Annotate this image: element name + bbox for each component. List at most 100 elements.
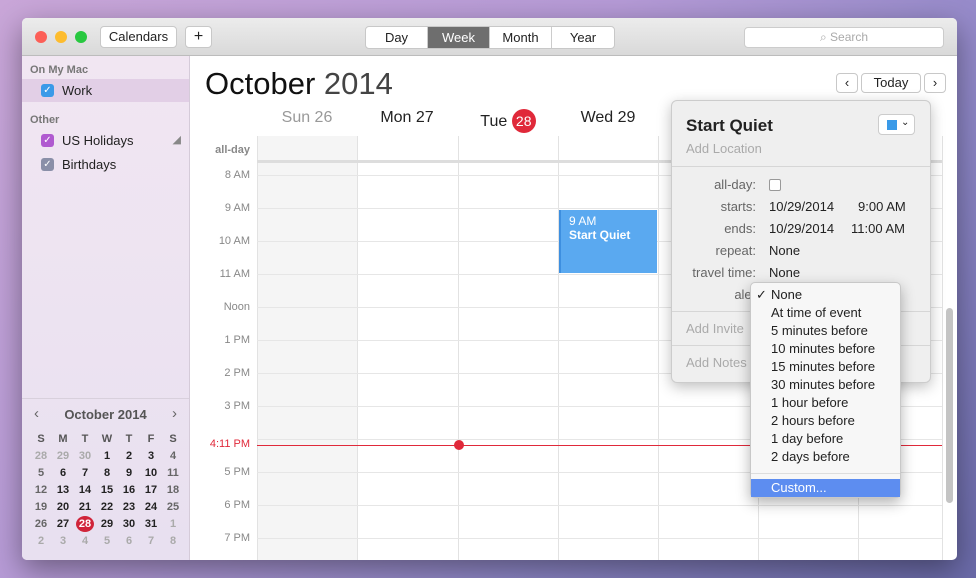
scrollbar[interactable]	[946, 308, 953, 503]
mini-calendar-day[interactable]: 30	[74, 448, 96, 464]
mini-calendar-day[interactable]: 29	[96, 516, 118, 532]
calendar-color-picker[interactable]: ⌄	[878, 114, 915, 135]
event-title-field[interactable]: Start Quiet	[686, 116, 773, 136]
tab-month[interactable]: Month	[490, 27, 552, 48]
minimize-button[interactable]	[55, 31, 67, 43]
menu-item[interactable]: 1 day before	[751, 430, 900, 448]
day-column-divider	[458, 136, 459, 560]
event-start-quiet[interactable]: 9 AM Start Quiet	[559, 210, 657, 273]
mini-calendar-day[interactable]: 9	[118, 465, 140, 481]
mini-calendar-day[interactable]: 2	[30, 533, 52, 549]
chevron-down-icon: ⌄	[901, 117, 910, 128]
menu-item[interactable]: 2 hours before	[751, 412, 900, 430]
ends-date[interactable]: 10/29/2014	[769, 221, 834, 236]
tab-day[interactable]: Day	[366, 27, 428, 48]
mini-calendar-day[interactable]: 30	[118, 516, 140, 532]
menu-item[interactable]: 1 hour before	[751, 394, 900, 412]
next-month-icon[interactable]: ›	[172, 405, 177, 422]
mini-calendar-day[interactable]: 5	[30, 465, 52, 481]
checkmark-icon: ✓	[756, 287, 767, 302]
starts-date[interactable]: 10/29/2014	[769, 199, 834, 214]
starts-time[interactable]: 9:00 AM	[858, 199, 906, 214]
mini-calendar-day[interactable]: 6	[118, 533, 140, 549]
mini-calendar-day[interactable]: 5	[96, 533, 118, 549]
color-swatch-icon	[887, 120, 897, 130]
mini-calendar-day[interactable]: 17	[140, 482, 162, 498]
mini-calendar-day[interactable]: 16	[118, 482, 140, 498]
mini-calendar-day[interactable]: 13	[52, 482, 74, 498]
mini-calendar-day[interactable]: 19	[30, 499, 52, 515]
mini-calendar-day[interactable]: 3	[52, 533, 74, 549]
mini-calendar-day[interactable]: 22	[96, 499, 118, 515]
hour-label: 9 AM	[224, 202, 250, 214]
sidebar-item-birthdays[interactable]: ✓ Birthdays	[22, 153, 189, 176]
mini-calendar-day[interactable]: 18	[162, 482, 184, 498]
mini-calendar-day[interactable]: 2	[118, 448, 140, 464]
mini-calendar-day[interactable]: 29	[52, 448, 74, 464]
mini-calendar-day[interactable]: 7	[74, 465, 96, 481]
hour-label: 3 PM	[224, 400, 250, 412]
mini-calendar-day[interactable]: 21	[74, 499, 96, 515]
calendars-button[interactable]: Calendars	[100, 26, 177, 48]
location-field[interactable]: Add Location	[686, 141, 762, 156]
menu-item[interactable]: 15 minutes before	[751, 358, 900, 376]
hour-label: Noon	[223, 301, 250, 313]
menu-item[interactable]: ✓ None	[751, 286, 900, 304]
mini-calendar-day[interactable]: 11	[162, 465, 184, 481]
zoom-button[interactable]	[75, 31, 87, 43]
menu-item[interactable]: 30 minutes before	[751, 376, 900, 394]
mini-calendar-day[interactable]: 4	[162, 448, 184, 464]
mini-calendar-day[interactable]: 1	[162, 516, 184, 532]
mini-calendar-day[interactable]: 23	[118, 499, 140, 515]
mini-calendar-day[interactable]: 27	[52, 516, 74, 532]
travel-select[interactable]: None	[769, 265, 800, 280]
repeat-select[interactable]: None	[769, 243, 800, 258]
sidebar-item-work[interactable]: ✓ Work	[22, 79, 189, 102]
mini-calendar-day[interactable]: 6	[52, 465, 74, 481]
hour-line	[257, 505, 942, 506]
add-event-button[interactable]: +	[185, 26, 212, 48]
mini-calendar-day[interactable]: 12	[30, 482, 52, 498]
mini-calendar-day[interactable]: 10	[140, 465, 162, 481]
current-time-dot	[454, 440, 464, 450]
mini-calendar-day[interactable]: 26	[30, 516, 52, 532]
menu-item[interactable]: 2 days before	[751, 448, 900, 466]
add-invitees-field[interactable]: Add Invite	[686, 321, 744, 336]
ends-time[interactable]: 11:00 AM	[851, 221, 905, 236]
add-notes-field[interactable]: Add Notes	[686, 355, 747, 370]
menu-item[interactable]: 5 minutes before	[751, 322, 900, 340]
mini-calendar-day[interactable]: 14	[74, 482, 96, 498]
mini-calendar-day[interactable]: 28	[30, 448, 52, 464]
checkbox-icon[interactable]: ✓	[41, 84, 54, 97]
tab-year[interactable]: Year	[552, 27, 614, 48]
mini-calendar-day[interactable]: 25	[162, 499, 184, 515]
mini-calendar-day[interactable]: 24	[140, 499, 162, 515]
close-button[interactable]	[35, 31, 47, 43]
hour-line	[257, 538, 942, 539]
mini-calendar-day[interactable]: 8	[162, 533, 184, 549]
sidebar-item-us-holidays[interactable]: ✓ US Holidays ◢	[22, 129, 189, 152]
tab-week[interactable]: Week	[428, 27, 490, 48]
menu-item-custom[interactable]: Custom...	[751, 479, 900, 497]
mini-calendar-day[interactable]: 31	[140, 516, 162, 532]
mini-calendar-day[interactable]: 4	[74, 533, 96, 549]
weekday-label: W	[101, 433, 113, 445]
allday-checkbox[interactable]	[769, 179, 781, 191]
day-column-divider	[558, 136, 559, 560]
menu-item[interactable]: At time of event	[751, 304, 900, 322]
mini-calendar-day[interactable]: 3	[140, 448, 162, 464]
day-column-divider	[942, 136, 943, 560]
mini-calendar-day[interactable]: 28	[76, 516, 94, 532]
mini-calendar-day[interactable]: 8	[96, 465, 118, 481]
menu-item[interactable]: 10 minutes before	[751, 340, 900, 358]
mini-calendar-day[interactable]: 1	[96, 448, 118, 464]
day-column-divider	[658, 136, 659, 560]
menu-separator	[751, 473, 900, 474]
mini-calendar-day[interactable]: 7	[140, 533, 162, 549]
mini-calendar-day[interactable]: 20	[52, 499, 74, 515]
checkbox-icon[interactable]: ✓	[41, 158, 54, 171]
mini-calendar-day[interactable]: 15	[96, 482, 118, 498]
checkbox-icon[interactable]: ✓	[41, 134, 54, 147]
search-input[interactable]: ⌕ Search	[744, 27, 944, 48]
allday-label: all-day:	[714, 177, 756, 192]
